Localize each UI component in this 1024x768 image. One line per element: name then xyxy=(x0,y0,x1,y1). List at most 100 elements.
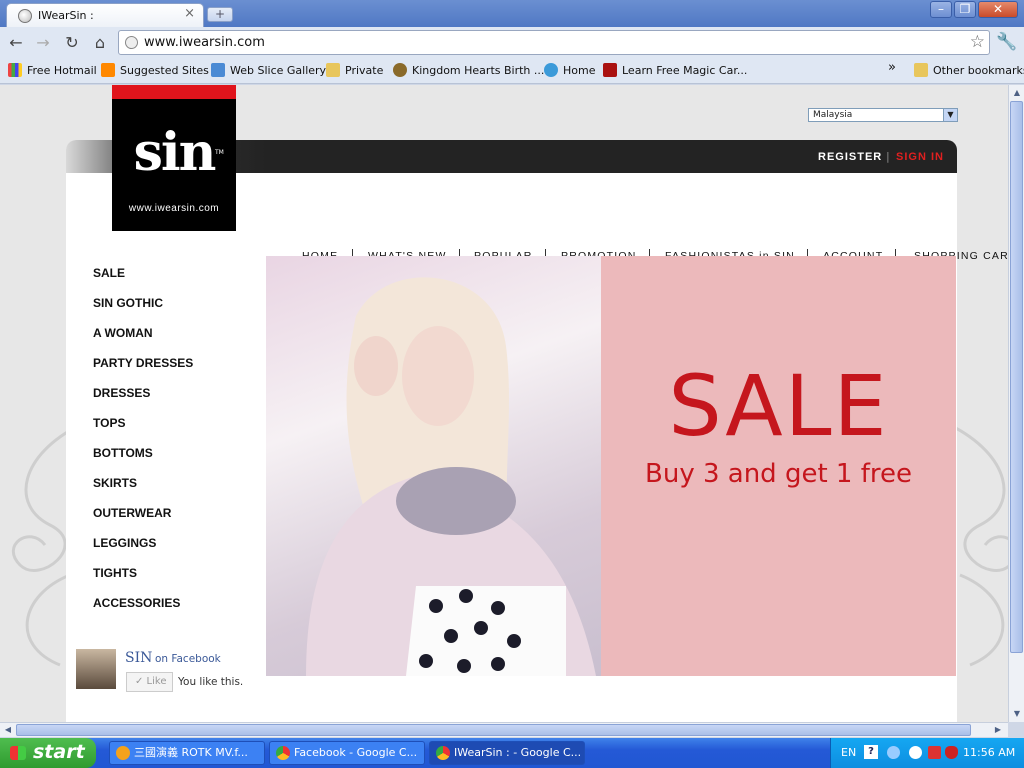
bookmarks-bar: Free Hotmail Suggested Sites Web Slice G… xyxy=(0,59,1024,84)
bookmark-label: Other bookmarks xyxy=(933,64,1024,77)
bookmark-web-slice-gallery[interactable]: Web Slice Gallery xyxy=(211,63,326,77)
help-icon[interactable]: ? xyxy=(864,745,878,759)
antivirus-shield-icon[interactable] xyxy=(945,746,958,759)
logo-red-bar xyxy=(112,85,236,99)
tray-expand-icon[interactable] xyxy=(909,746,922,759)
category-leggings[interactable]: LEGGINGS xyxy=(93,536,156,550)
sale-title: SALE xyxy=(668,357,889,455)
facebook-like-button[interactable]: ✓ Like xyxy=(126,672,173,692)
windows-logo-icon xyxy=(10,746,26,760)
media-player-icon xyxy=(116,746,130,760)
chrome-icon xyxy=(276,746,290,760)
restore-button[interactable]: ❐ xyxy=(954,1,976,18)
new-tab-button[interactable]: + xyxy=(207,7,233,22)
close-window-button[interactable]: ✕ xyxy=(978,1,1018,18)
suggested-sites-icon xyxy=(101,63,115,77)
taskbar-item-label: 三國演義 ROTK MV.f... xyxy=(134,746,248,759)
bookmark-kingdom-hearts[interactable]: Kingdom Hearts Birth ... xyxy=(393,63,544,77)
browser-title-bar: IWearSin : × + – ❐ ✕ xyxy=(0,0,1024,27)
bookmark-suggested-sites[interactable]: Suggested Sites xyxy=(101,63,209,77)
facebook-you-like-text: You like this. xyxy=(178,676,244,688)
country-select[interactable]: Malaysia ▼ xyxy=(808,108,958,122)
category-party-dresses[interactable]: PARTY DRESSES xyxy=(93,356,193,370)
web-slice-icon xyxy=(211,63,225,77)
security-icon[interactable] xyxy=(928,746,941,759)
bookmarks-overflow-chevron-icon[interactable]: » xyxy=(888,60,896,75)
scroll-right-arrow-icon[interactable]: ▶ xyxy=(991,723,1005,737)
category-sale[interactable]: SALE xyxy=(93,266,125,280)
taskbar-item-facebook-chrome[interactable]: Facebook - Google C... xyxy=(269,741,425,765)
horizontal-scroll-thumb[interactable] xyxy=(16,724,971,736)
category-outerwear[interactable]: OUTERWEAR xyxy=(93,506,171,520)
system-tray: EN ? 11:56 AM xyxy=(830,738,1024,768)
bookmark-label: Suggested Sites xyxy=(120,64,209,77)
bookmark-private-folder[interactable]: Private xyxy=(326,63,383,77)
folder-icon xyxy=(914,63,928,77)
network-icon[interactable] xyxy=(887,746,900,759)
back-button[interactable]: ← xyxy=(6,33,26,53)
logo-trademark: TM xyxy=(215,149,224,156)
taskbar-item-rotk-video[interactable]: 三國演義 ROTK MV.f... xyxy=(109,741,265,765)
bookmark-twitter-home[interactable]: Home xyxy=(544,63,595,77)
facebook-avatar[interactable] xyxy=(76,649,116,689)
category-skirts[interactable]: SKIRTS xyxy=(93,476,137,490)
facebook-like-box: SIN on Facebook ✓ Like You like this. xyxy=(76,649,256,692)
scroll-up-arrow-icon[interactable]: ▲ xyxy=(1010,86,1024,100)
bookmark-label: Free Hotmail xyxy=(27,64,97,77)
sale-subtitle: Buy 3 and get 1 free xyxy=(645,459,912,489)
reload-button[interactable]: ↻ xyxy=(62,33,82,53)
scroll-down-arrow-icon[interactable]: ▼ xyxy=(1010,707,1024,721)
facebook-page-name[interactable]: SIN xyxy=(125,650,152,666)
magic-card-icon xyxy=(603,63,617,77)
folder-icon xyxy=(326,63,340,77)
logo-site-url: www.iwearsin.com xyxy=(128,203,220,214)
category-a-woman[interactable]: A WOMAN xyxy=(93,326,153,340)
bookmark-label: Home xyxy=(563,64,596,77)
category-sin-gothic[interactable]: SIN GOTHIC xyxy=(93,296,163,310)
page-viewport: Malaysia ▼ REGISTER | SIGN IN HOME WHAT'… xyxy=(0,85,1008,722)
bookmark-free-hotmail[interactable]: Free Hotmail xyxy=(8,63,97,77)
browser-toolbar: ← → ↻ ⌂ www.iwearsin.com ☆ 🔧 xyxy=(0,27,1024,59)
site-logo[interactable]: sin TM www.iwearsin.com xyxy=(112,85,236,231)
sale-banner[interactable]: SALE Buy 3 and get 1 free xyxy=(266,256,956,676)
bookmark-label: Learn Free Magic Car... xyxy=(622,64,748,77)
sign-in-link[interactable]: SIGN IN xyxy=(896,151,944,163)
wrench-menu-icon[interactable]: 🔧 xyxy=(996,32,1017,52)
windows-flag-icon xyxy=(8,63,22,77)
tab-title: IWearSin : xyxy=(38,9,94,22)
bookmark-label: Web Slice Gallery xyxy=(230,64,327,77)
bookmark-learn-magic[interactable]: Learn Free Magic Car... xyxy=(603,63,747,77)
vertical-scrollbar[interactable]: ▲ ▼ xyxy=(1008,85,1024,722)
kingdom-hearts-icon xyxy=(393,63,407,77)
windows-taskbar: start 三國演義 ROTK MV.f... Facebook - Googl… xyxy=(0,738,1024,768)
address-url[interactable]: www.iwearsin.com xyxy=(144,35,265,50)
bookmark-other-bookmarks[interactable]: Other bookmarks xyxy=(914,63,1024,77)
language-indicator[interactable]: EN xyxy=(841,746,856,759)
address-bar[interactable]: www.iwearsin.com ☆ xyxy=(118,30,990,55)
page-icon xyxy=(125,36,138,49)
vertical-scroll-thumb[interactable] xyxy=(1010,101,1023,653)
category-accessories[interactable]: ACCESSORIES xyxy=(93,596,180,610)
tab-iwearsin[interactable]: IWearSin : × xyxy=(6,3,204,27)
category-dresses[interactable]: DRESSES xyxy=(93,386,150,400)
model-photo xyxy=(266,256,601,676)
horizontal-scrollbar[interactable]: ◀ ▶ xyxy=(0,722,1008,737)
category-tops[interactable]: TOPS xyxy=(93,416,125,430)
taskbar-item-label: Facebook - Google C... xyxy=(294,746,418,759)
category-tights[interactable]: TIGHTS xyxy=(93,566,137,580)
minimize-button[interactable]: – xyxy=(930,1,952,18)
scroll-left-arrow-icon[interactable]: ◀ xyxy=(1,723,15,737)
bookmark-star-icon[interactable]: ☆ xyxy=(970,32,985,52)
dropdown-arrow-icon[interactable]: ▼ xyxy=(943,109,957,121)
sale-panel: SALE Buy 3 and get 1 free xyxy=(601,256,956,676)
tab-close-icon[interactable]: × xyxy=(184,7,195,21)
register-link[interactable]: REGISTER xyxy=(818,151,882,163)
auth-separator: | xyxy=(886,150,890,163)
bookmark-label: Kingdom Hearts Birth ... xyxy=(412,64,545,77)
start-button[interactable]: start xyxy=(0,738,96,768)
home-button[interactable]: ⌂ xyxy=(90,33,110,53)
facebook-on-label[interactable]: on Facebook xyxy=(155,653,221,665)
forward-button[interactable]: → xyxy=(33,33,53,53)
category-bottoms[interactable]: BOTTOMS xyxy=(93,446,153,460)
taskbar-item-iwearsin-chrome[interactable]: IWearSin : - Google C... xyxy=(429,741,585,765)
